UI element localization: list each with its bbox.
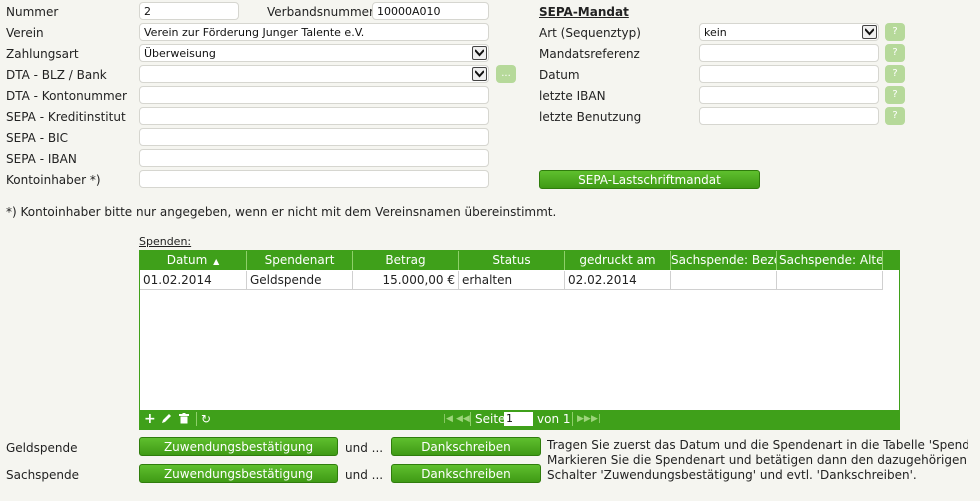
col-header-status[interactable]: Status xyxy=(459,251,565,270)
col-header-gedruckt[interactable]: gedruckt am xyxy=(565,251,671,270)
dta-blz-label: DTA - BLZ / Bank xyxy=(6,68,107,82)
hint-text: Tragen Sie zuerst das Datum und die Spen… xyxy=(547,438,968,494)
cell-betrag: 15.000,00 € xyxy=(353,271,459,290)
sepa-kredit-label: SEPA - Kreditinstitut xyxy=(6,110,126,124)
mandatsreferenz-field[interactable] xyxy=(699,44,879,62)
col-header-sach-bez[interactable]: Sachspende: Beze xyxy=(671,251,777,270)
dta-konto-label: DTA - Kontonummer xyxy=(6,89,127,103)
chevron-down-icon[interactable] xyxy=(472,46,487,60)
zahlungsart-label: Zahlungsart xyxy=(6,47,79,61)
grid-header: Datum ▲ Spendenart Betrag Status gedruck… xyxy=(140,251,899,270)
grid-pager: + ↻ |◀ ◀◀ Seite 1 von 1 ▶▶ ▶| xyxy=(140,410,899,429)
kontoinhaber-label: Kontoinhaber *) xyxy=(6,173,101,187)
chevron-down-icon[interactable] xyxy=(862,25,877,39)
geldspende-label: Geldspende xyxy=(6,441,78,455)
next-page-icon[interactable]: ▶▶ xyxy=(577,410,591,429)
edit-icon[interactable] xyxy=(161,413,172,427)
cell-sach-bez xyxy=(671,271,777,290)
help-icon[interactable]: ? xyxy=(885,86,905,104)
page-input[interactable]: 1 xyxy=(504,412,533,426)
letzte-benutzung-label: letzte Benutzung xyxy=(539,110,642,124)
sepa-lastschriftmandat-button[interactable]: SEPA-Lastschriftmandat xyxy=(539,170,760,189)
cell-status: erhalten xyxy=(459,271,565,290)
pager-divider xyxy=(470,412,471,426)
help-icon[interactable]: ? xyxy=(885,65,905,83)
zahlungsart-value: Überweisung xyxy=(144,47,216,60)
sepa-datum-label: Datum xyxy=(539,68,580,82)
chevron-down-icon[interactable] xyxy=(472,67,487,81)
verbandsnummer-field[interactable]: 10000A010 xyxy=(372,2,489,20)
sort-asc-icon: ▲ xyxy=(213,257,220,266)
delete-icon[interactable] xyxy=(179,413,189,427)
letzte-iban-field[interactable] xyxy=(699,86,879,104)
letzte-iban-label: letzte IBAN xyxy=(539,89,606,103)
pager-divider xyxy=(196,412,197,426)
cell-datum: 01.02.2014 xyxy=(140,271,247,290)
pager-divider xyxy=(572,412,573,426)
letzte-benutzung-field[interactable] xyxy=(699,107,879,125)
col-header-spendenart[interactable]: Spendenart xyxy=(247,251,353,270)
refresh-icon[interactable]: ↻ xyxy=(201,410,211,428)
und-text: und ... xyxy=(345,468,384,482)
sepa-datum-field[interactable] xyxy=(699,65,879,83)
und-text: und ... xyxy=(345,441,384,455)
bank-search-button[interactable]: ... xyxy=(496,65,516,83)
page-label: Seite xyxy=(475,412,506,426)
help-icon[interactable]: ? xyxy=(885,44,905,62)
sepa-art-value: kein xyxy=(704,26,727,39)
verein-field[interactable]: Verein zur Förderung Junger Talente e.V. xyxy=(139,23,489,41)
sepa-mandat-title: SEPA-Mandat xyxy=(539,5,629,19)
geld-zuwendung-button[interactable]: Zuwendungsbestätigung xyxy=(139,437,338,456)
cell-spendenart: Geldspende xyxy=(247,271,353,290)
col-header-datum[interactable]: Datum ▲ xyxy=(140,251,247,270)
first-page-icon[interactable]: |◀ xyxy=(443,410,453,429)
geld-dankschreiben-button[interactable]: Dankschreiben xyxy=(391,437,541,456)
verein-label: Verein xyxy=(6,26,44,40)
kontoinhaber-note: *) Kontoinhaber bitte nur angegeben, wen… xyxy=(6,205,557,219)
sach-zuwendung-button[interactable]: Zuwendungsbestätigung xyxy=(139,464,338,483)
kontoinhaber-field[interactable] xyxy=(139,170,489,188)
col-header-sach-alter[interactable]: Sachspende: Alte xyxy=(777,251,883,270)
sepa-bic-field[interactable] xyxy=(139,128,489,146)
last-page-icon[interactable]: ▶| xyxy=(591,410,601,429)
nummer-field[interactable]: 2 xyxy=(139,2,239,20)
hint-line-3: Schalter 'Zuwendungsbestätigung' und evt… xyxy=(547,468,917,482)
help-icon[interactable]: ? xyxy=(885,107,905,125)
dta-konto-field[interactable] xyxy=(139,86,489,104)
hint-line-2: Markieren Sie die Spendenart und betätig… xyxy=(547,453,967,467)
zahlungsart-select[interactable]: Überweisung xyxy=(139,44,489,62)
verbandsnummer-label: Verbandsnummer xyxy=(267,5,374,19)
page-total: von 1 xyxy=(537,412,571,426)
sachspende-label: Sachspende xyxy=(6,468,80,482)
mandatsreferenz-label: Mandatsreferenz xyxy=(539,47,640,61)
sach-dankschreiben-button[interactable]: Dankschreiben xyxy=(391,464,541,483)
col-header-datum-label: Datum xyxy=(166,253,208,267)
spenden-caption: Spenden: xyxy=(139,235,192,248)
sepa-iban-label: SEPA - IBAN xyxy=(6,152,77,166)
spenden-grid: Datum ▲ Spendenart Betrag Status gedruck… xyxy=(139,250,900,430)
hint-line-1: Tragen Sie zuerst das Datum und die Spen… xyxy=(547,438,968,452)
cell-gedruckt: 02.02.2014 xyxy=(565,271,671,290)
dta-blz-select[interactable] xyxy=(139,65,489,83)
help-icon[interactable]: ? xyxy=(885,23,905,41)
cell-sach-alter xyxy=(777,271,883,290)
sepa-bic-label: SEPA - BIC xyxy=(6,131,68,145)
prev-page-icon[interactable]: ◀◀ xyxy=(456,410,470,429)
sepa-kredit-field[interactable] xyxy=(139,107,489,125)
sepa-art-select[interactable]: kein xyxy=(699,23,879,41)
col-header-betrag[interactable]: Betrag xyxy=(353,251,459,270)
add-icon[interactable]: + xyxy=(144,410,156,428)
sepa-art-label: Art (Sequenztyp) xyxy=(539,26,641,40)
sepa-iban-field[interactable] xyxy=(139,149,489,167)
nummer-label: Nummer xyxy=(6,5,59,19)
